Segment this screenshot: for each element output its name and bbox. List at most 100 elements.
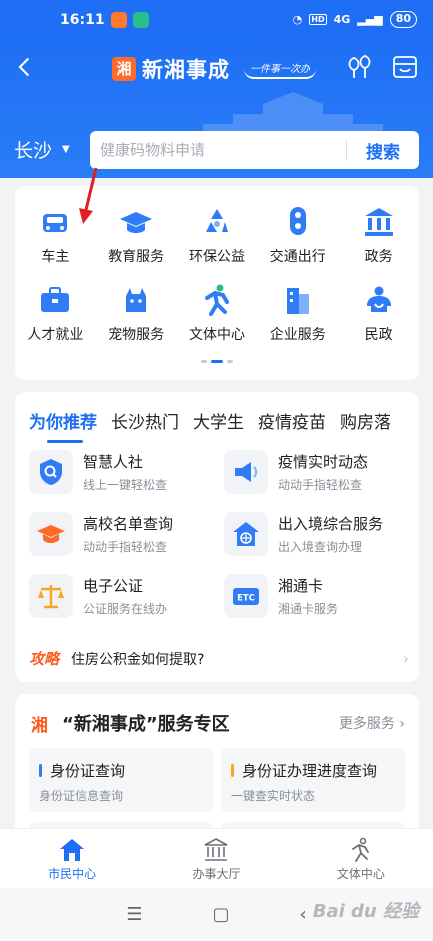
service-label: 企业服务 <box>269 327 326 343</box>
tab-recommend-for-you[interactable]: 为你推荐 <box>29 408 97 443</box>
service-pets[interactable]: 宠物服务 <box>96 282 177 344</box>
tab-epidemic-vaccine[interactable]: 疫情疫苗 <box>258 408 326 433</box>
nav-culture-center[interactable]: 文体中心 <box>289 829 433 888</box>
tab-house-purchase[interactable]: 购房落 <box>340 408 391 433</box>
service-zone-card: 湘 “新湘事成”服务专区 更多服务 › 身份证查询 身份证信息查询 身份证办理进… <box>15 694 419 844</box>
nav-label: 文体中心 <box>336 867 385 881</box>
guide-tag: 攻略 <box>29 650 60 668</box>
rec-title: 智慧人社 <box>83 453 144 471</box>
service-label: 教育服务 <box>108 249 165 265</box>
recommend-item-college-list[interactable]: 高校名单查询 动动手指轻松查 <box>29 512 224 556</box>
traffic-light-icon <box>289 207 306 235</box>
app-brand: 湘 新湘事成 一件事一次办 <box>112 54 316 84</box>
inbox-icon[interactable] <box>392 54 422 82</box>
nav-label: 办事大厅 <box>192 867 241 881</box>
nav-service-hall[interactable]: 办事大厅 <box>144 829 288 888</box>
status-bar: 16:11 ◔ HD 4G ▂▄▆ 80 <box>0 0 433 40</box>
zone-item-id-progress[interactable]: 身份证办理进度查询 一键查实时状态 <box>221 748 405 812</box>
rec-title: 高校名单查询 <box>83 515 174 533</box>
government-building-icon <box>364 208 393 236</box>
zone-item-title: 身份证查询 <box>39 760 203 781</box>
rec-subtitle: 动动手指轻松查 <box>278 478 363 492</box>
signal-icon: ▂▄▆ <box>357 13 383 26</box>
rec-icon-wrap <box>29 574 73 618</box>
menu-icon[interactable]: ☰ <box>126 904 142 925</box>
service-government[interactable]: 政务 <box>338 204 419 266</box>
service-environment[interactable]: 环保公益 <box>177 204 258 266</box>
recommend-item-immigration[interactable]: 出入境综合服务 出入境查询办理 <box>224 512 409 556</box>
service-employment[interactable]: 人才就业 <box>15 282 96 344</box>
recommend-item-xiangtong-card[interactable]: ETC 湘通卡 湘通卡服务 <box>224 574 409 618</box>
search-input[interactable] <box>90 132 346 168</box>
city-selector[interactable]: 长沙 ▼ <box>14 136 70 163</box>
service-label: 交通出行 <box>269 249 326 265</box>
service-label: 车主 <box>41 249 70 265</box>
more-services-label: 更多服务 <box>338 716 395 732</box>
zone-item-subtitle: 一键查实时状态 <box>231 789 316 803</box>
service-traffic[interactable]: 交通出行 <box>257 204 338 266</box>
briefcase-icon <box>41 287 70 312</box>
back-button[interactable] <box>14 52 40 82</box>
network-label: 4G <box>333 13 351 26</box>
zone-logo: 湘 <box>31 715 48 736</box>
service-education[interactable]: 教育服务 <box>96 204 177 266</box>
city-name: 长沙 <box>14 140 53 162</box>
page-dot <box>201 360 207 363</box>
notification-icon <box>110 12 127 28</box>
home-icon <box>60 839 85 861</box>
zone-item-subtitle: 身份证信息查询 <box>39 789 124 803</box>
baidu-watermark-logo: Bai du 经验 <box>312 901 419 922</box>
recommend-list: 智慧人社 线上一键轻松查 疫情实时动态 动动手指轻松查 高校名单查询 动动手指轻松查 … <box>29 450 409 618</box>
app-slogan: 一件事一次办 <box>244 60 316 79</box>
alarm-icon: ◔ <box>292 13 303 26</box>
rec-subtitle: 公证服务在线办 <box>83 602 168 616</box>
app-logo: 湘 <box>112 57 136 81</box>
page-dot <box>227 360 233 363</box>
zone-item-title: 身份证办理进度查询 <box>231 760 395 781</box>
recommend-item-smart-hr[interactable]: 智慧人社线上一键轻松查 <box>29 450 224 494</box>
recommend-card: 为你推荐 长沙热门 大学生 疫情疫苗 购房落 智慧人社线上一键轻松查 疫情实时动… <box>15 392 419 682</box>
recommend-tabs: 为你推荐 长沙热门 大学生 疫情疫苗 购房落 <box>29 408 405 443</box>
rec-icon-wrap <box>224 450 268 494</box>
battery-indicator: 80 <box>389 11 417 28</box>
megaphone-icon <box>235 462 258 482</box>
rec-title: 疫情实时动态 <box>278 453 369 471</box>
runner-icon <box>351 837 369 862</box>
back-triangle-icon[interactable]: ‹ <box>299 904 306 925</box>
service-civil-affairs[interactable]: 民政 <box>338 282 419 344</box>
search-bar: 搜索 <box>90 131 419 169</box>
rec-icon-wrap: ETC <box>224 574 268 618</box>
status-time: 16:11 <box>60 12 105 28</box>
home-square-icon[interactable]: ▢ <box>212 904 229 925</box>
service-label: 人才就业 <box>27 327 84 343</box>
rec-subtitle: 湘通卡服务 <box>278 602 339 616</box>
rec-icon-wrap <box>224 512 268 556</box>
caret-down-icon: ▼ <box>62 144 70 155</box>
more-services-link[interactable]: 更多服务 › <box>339 713 405 733</box>
notification-icon <box>132 12 149 28</box>
runner-icon <box>204 284 229 316</box>
shield-search-icon <box>40 459 62 485</box>
tree-icon[interactable] <box>345 54 375 82</box>
nav-citizen-center[interactable]: 市民中心 <box>0 829 144 888</box>
globe-house-icon <box>233 522 259 546</box>
zone-item-id-query[interactable]: 身份证查询 身份证信息查询 <box>29 748 213 812</box>
guide-tip[interactable]: 攻略 住房公积金如何提取? › <box>29 648 409 669</box>
bottom-nav: 市民中心 办事大厅 文体中心 <box>0 828 433 888</box>
zone-header: 湘 “新湘事成”服务专区 更多服务 › <box>31 710 405 736</box>
service-culture-sports[interactable]: 文体中心 <box>177 282 258 344</box>
search-button[interactable]: 搜索 <box>347 138 419 163</box>
chevron-right-icon: › <box>402 649 409 668</box>
recommend-item-epidemic-updates[interactable]: 疫情实时动态动动手指轻松查 <box>224 450 409 494</box>
service-enterprise[interactable]: 企业服务 <box>257 282 338 344</box>
status-indicators: ◔ HD 4G ▂▄▆ 80 <box>293 11 417 28</box>
service-label: 民政 <box>364 327 393 343</box>
recommend-item-e-notary[interactable]: 电子公证 公证服务在线办 <box>29 574 224 618</box>
tab-college-students[interactable]: 大学生 <box>193 408 244 433</box>
app-header: 湘 新湘事成 一件事一次办 长沙 ▼ 搜索 <box>0 40 433 178</box>
tab-changsha-hot[interactable]: 长沙热门 <box>111 408 179 433</box>
nav-label: 市民中心 <box>48 867 97 881</box>
etc-card-icon: ETC <box>233 588 259 605</box>
rec-title: 出入境综合服务 <box>278 515 384 533</box>
rec-subtitle: 线上一键轻松查 <box>83 478 168 492</box>
